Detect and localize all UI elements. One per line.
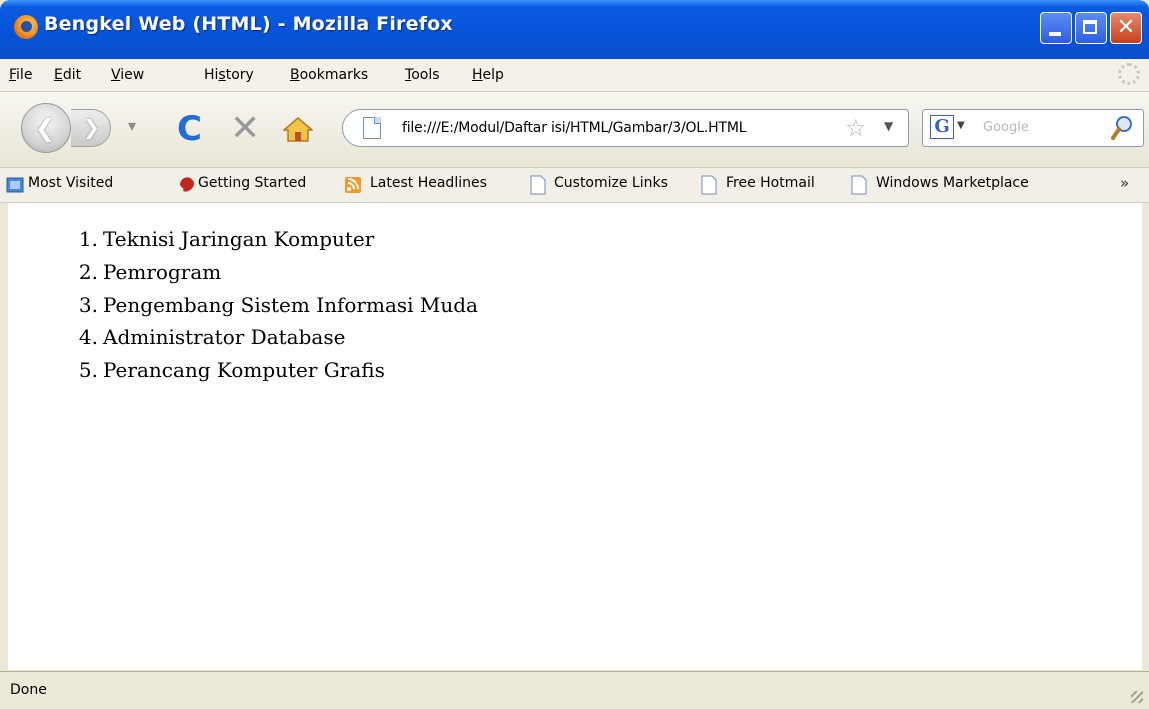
menu-file-label: ile	[16, 67, 33, 83]
menu-file-accel: F	[9, 67, 17, 83]
menu-edit-accel: E	[54, 67, 63, 83]
throbber-icon	[1118, 63, 1140, 85]
bookmarks-overflow-chevron[interactable]: »	[1120, 174, 1129, 192]
title-bar[interactable]: Bengkel Web (HTML) - Mozilla Firefox ✕	[0, 0, 1149, 59]
menu-edit[interactable]: Edit	[54, 67, 81, 83]
bookmark-windows-marketplace[interactable]: Windows Marketplace	[876, 175, 1029, 191]
back-button[interactable]: ❮	[21, 103, 71, 153]
resize-grip-icon[interactable]	[1131, 691, 1143, 703]
menu-bookmarks[interactable]: Bookmarks	[290, 67, 368, 83]
menu-tools-label: ools	[411, 67, 440, 83]
ordered-list: 1. Teknisi Jaringan Komputer 2. Pemrogram …	[52, 223, 478, 387]
bookmarks-toolbar: Most Visited Getting Started Latest Head…	[0, 168, 1149, 203]
bookmark-star-icon[interactable]: ☆	[845, 114, 867, 142]
browser-window: Bengkel Web (HTML) - Mozilla Firefox ✕ F…	[0, 0, 1149, 709]
history-dropdown-icon[interactable]: ▾	[128, 116, 136, 135]
list-text: Teknisi Jaringan Komputer	[103, 227, 375, 251]
page-icon	[851, 175, 867, 195]
menu-bookmarks-accel: B	[290, 67, 300, 83]
bookmark-customize-links[interactable]: Customize Links	[554, 175, 668, 191]
menu-history-accel: s	[218, 67, 226, 83]
google-engine-icon[interactable]: G	[930, 115, 954, 139]
list-text: Pengembang Sistem Informasi Muda	[103, 292, 478, 317]
close-button[interactable]: ✕	[1110, 12, 1142, 44]
bookmark-most-visited[interactable]: Most Visited	[28, 175, 113, 191]
list-text: Pemrogram	[103, 259, 222, 284]
bookmark-latest-headlines[interactable]: Latest Headlines	[370, 175, 487, 191]
list-number: 5.	[78, 358, 98, 383]
search-input[interactable]: Google	[983, 120, 1029, 135]
stop-icon[interactable]: ✕	[230, 108, 260, 149]
menu-history-pre: Hi	[204, 67, 219, 83]
back-arrow-icon: ❮	[35, 114, 56, 142]
menu-history-label: tory	[225, 67, 254, 83]
menu-bookmarks-label: ookmarks	[299, 67, 369, 83]
most-visited-icon	[6, 177, 24, 193]
list-item: 3. Pengembang Sistem Informasi Muda	[52, 289, 478, 322]
url-input[interactable]: file:///E:/Modul/Daftar isi/HTML/Gambar/…	[402, 120, 747, 136]
status-bar: Done	[0, 671, 1149, 709]
menu-help-accel: H	[472, 67, 483, 83]
list-item: 2. Pemrogram	[52, 256, 478, 289]
page-content: 1. Teknisi Jaringan Komputer 2. Pemrogram …	[8, 203, 1142, 670]
menu-bar: File Edit View History Bookmarks Tools H…	[0, 59, 1149, 92]
window-title: Bengkel Web (HTML) - Mozilla Firefox	[44, 13, 453, 35]
menu-help-label: elp	[482, 67, 504, 83]
list-item: 5. Perancang Komputer Grafis	[52, 354, 478, 387]
list-text: Perancang Komputer Grafis	[103, 358, 385, 383]
list-item: 1. Teknisi Jaringan Komputer	[52, 223, 478, 256]
menu-tools[interactable]: Tools	[405, 67, 440, 83]
list-item: 4. Administrator Database	[52, 321, 478, 354]
minimize-button[interactable]	[1040, 12, 1072, 44]
home-icon[interactable]	[283, 116, 313, 142]
url-bar[interactable]: file:///E:/Modul/Daftar isi/HTML/Gambar/…	[342, 109, 909, 147]
menu-view[interactable]: View	[111, 67, 144, 83]
list-number: 2.	[78, 259, 98, 284]
firefox-logo-icon	[14, 15, 38, 39]
page-icon	[701, 175, 717, 195]
close-icon: ✕	[1116, 15, 1136, 40]
menu-help[interactable]: Help	[472, 67, 504, 83]
reload-icon[interactable]: C	[177, 109, 202, 149]
search-icon[interactable]	[1111, 114, 1133, 142]
rss-icon	[345, 177, 361, 193]
page-icon	[530, 175, 546, 195]
firefox-red-icon	[180, 177, 194, 192]
list-number: 3.	[78, 292, 98, 317]
maximize-button[interactable]	[1075, 12, 1107, 44]
list-text: Administrator Database	[103, 325, 346, 350]
engine-dropdown-icon[interactable]: ▼	[957, 120, 965, 131]
bookmark-free-hotmail[interactable]: Free Hotmail	[726, 175, 815, 191]
bookmark-getting-started[interactable]: Getting Started	[198, 175, 306, 191]
menu-history[interactable]: History	[204, 67, 254, 83]
forward-arrow-icon: ❯	[83, 115, 100, 139]
menu-view-label: iew	[120, 67, 145, 83]
navigation-toolbar: ❮ ❯ ▾ C ✕ file:///E:/Modul/Daftar isi/HT…	[0, 92, 1149, 168]
list-number: 1.	[78, 227, 98, 251]
forward-button[interactable]: ❯	[71, 109, 111, 147]
status-text: Done	[10, 682, 47, 698]
page-icon	[363, 117, 381, 139]
search-bar[interactable]: G ▼ Google	[922, 109, 1144, 147]
url-dropdown-icon[interactable]: ▼	[884, 119, 893, 133]
menu-view-accel: V	[111, 67, 121, 83]
menu-file[interactable]: File	[9, 67, 32, 83]
list-number: 4.	[78, 325, 98, 350]
menu-edit-label: dit	[62, 67, 82, 83]
